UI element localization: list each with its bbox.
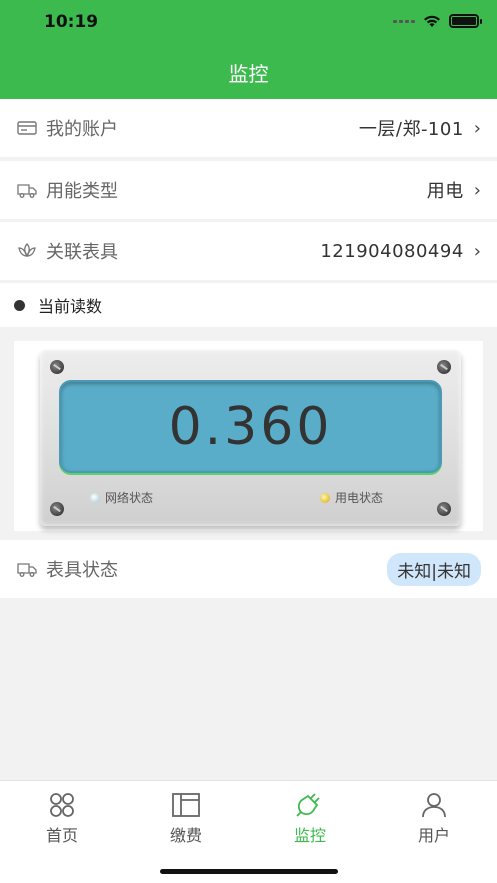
row-account-value: 一层/郑-101 xyxy=(358,119,464,140)
meter-display-panel: 0.360 网络状态 用电状态 xyxy=(14,341,483,531)
chevron-right-icon: › xyxy=(473,179,481,201)
card-icon xyxy=(16,117,38,139)
status-time: 10:19 xyxy=(44,12,99,32)
battery-icon xyxy=(449,14,482,28)
row-related-meter-label: 关联表具 xyxy=(46,242,118,263)
grid-circles-icon xyxy=(46,791,78,819)
home-indicator[interactable] xyxy=(160,869,338,874)
tab-payment[interactable]: 缴费 xyxy=(146,791,226,846)
power-led-icon xyxy=(320,492,330,503)
truck-icon xyxy=(16,558,38,580)
chevron-right-icon: › xyxy=(473,117,481,139)
tab-user-label: 用户 xyxy=(417,826,450,845)
row-energy-type[interactable]: 用能类型 用电 › xyxy=(0,161,497,219)
row-energy-type-label: 用能类型 xyxy=(46,181,118,202)
tab-payment-label: 缴费 xyxy=(169,826,202,845)
tab-monitor-label: 监控 xyxy=(293,826,326,845)
lotus-icon xyxy=(16,240,38,262)
tab-home[interactable]: 首页 xyxy=(22,791,102,846)
bottom-tab-bar: 首页 缴费 监控 用户 xyxy=(0,780,497,883)
row-energy-type-value: 用电 xyxy=(426,181,464,202)
page-title: 监控 xyxy=(228,62,269,86)
tab-user[interactable]: 用户 xyxy=(394,791,474,846)
power-status-label: 用电状态 xyxy=(335,491,384,505)
bullet-dot-icon xyxy=(14,299,25,311)
screw-icon xyxy=(437,360,451,374)
plug-icon xyxy=(294,791,326,819)
current-reading-title: 当前读数 xyxy=(38,297,103,316)
screw-icon xyxy=(50,360,64,374)
row-related-meter[interactable]: 关联表具 121904080494 › xyxy=(0,222,497,280)
tab-monitor[interactable]: 监控 xyxy=(270,791,350,846)
network-led-icon xyxy=(90,492,100,503)
meter-reading-value: 0.360 xyxy=(168,396,333,457)
user-icon xyxy=(418,791,450,819)
status-badge: 未知|未知 xyxy=(387,552,481,586)
truck-icon xyxy=(16,179,38,201)
power-status-indicator: 用电状态 xyxy=(320,489,383,506)
meter-device: 0.360 网络状态 用电状态 xyxy=(40,350,461,526)
status-icons xyxy=(393,14,482,28)
row-account[interactable]: 我的账户 一层/郑-101 › xyxy=(0,99,497,157)
row-related-meter-value: 121904080494 xyxy=(320,240,464,262)
wifi-icon xyxy=(424,15,440,27)
layout-icon xyxy=(170,791,202,819)
network-status-label: 网络状态 xyxy=(105,491,154,505)
network-status-indicator: 网络状态 xyxy=(90,489,153,506)
row-meter-status: 表具状态 未知|未知 xyxy=(0,540,497,598)
app-header: 10:19 监控 xyxy=(0,0,497,99)
screw-icon xyxy=(50,502,64,516)
screw-icon xyxy=(437,502,451,516)
current-reading-header: 当前读数 xyxy=(0,283,497,327)
chevron-right-icon: › xyxy=(473,240,481,262)
row-account-label: 我的账户 xyxy=(46,119,118,140)
lcd-screen: 0.360 xyxy=(59,380,442,473)
cellular-signal-icon xyxy=(393,19,415,23)
tab-home-label: 首页 xyxy=(45,826,78,845)
row-meter-status-label: 表具状态 xyxy=(46,560,118,581)
